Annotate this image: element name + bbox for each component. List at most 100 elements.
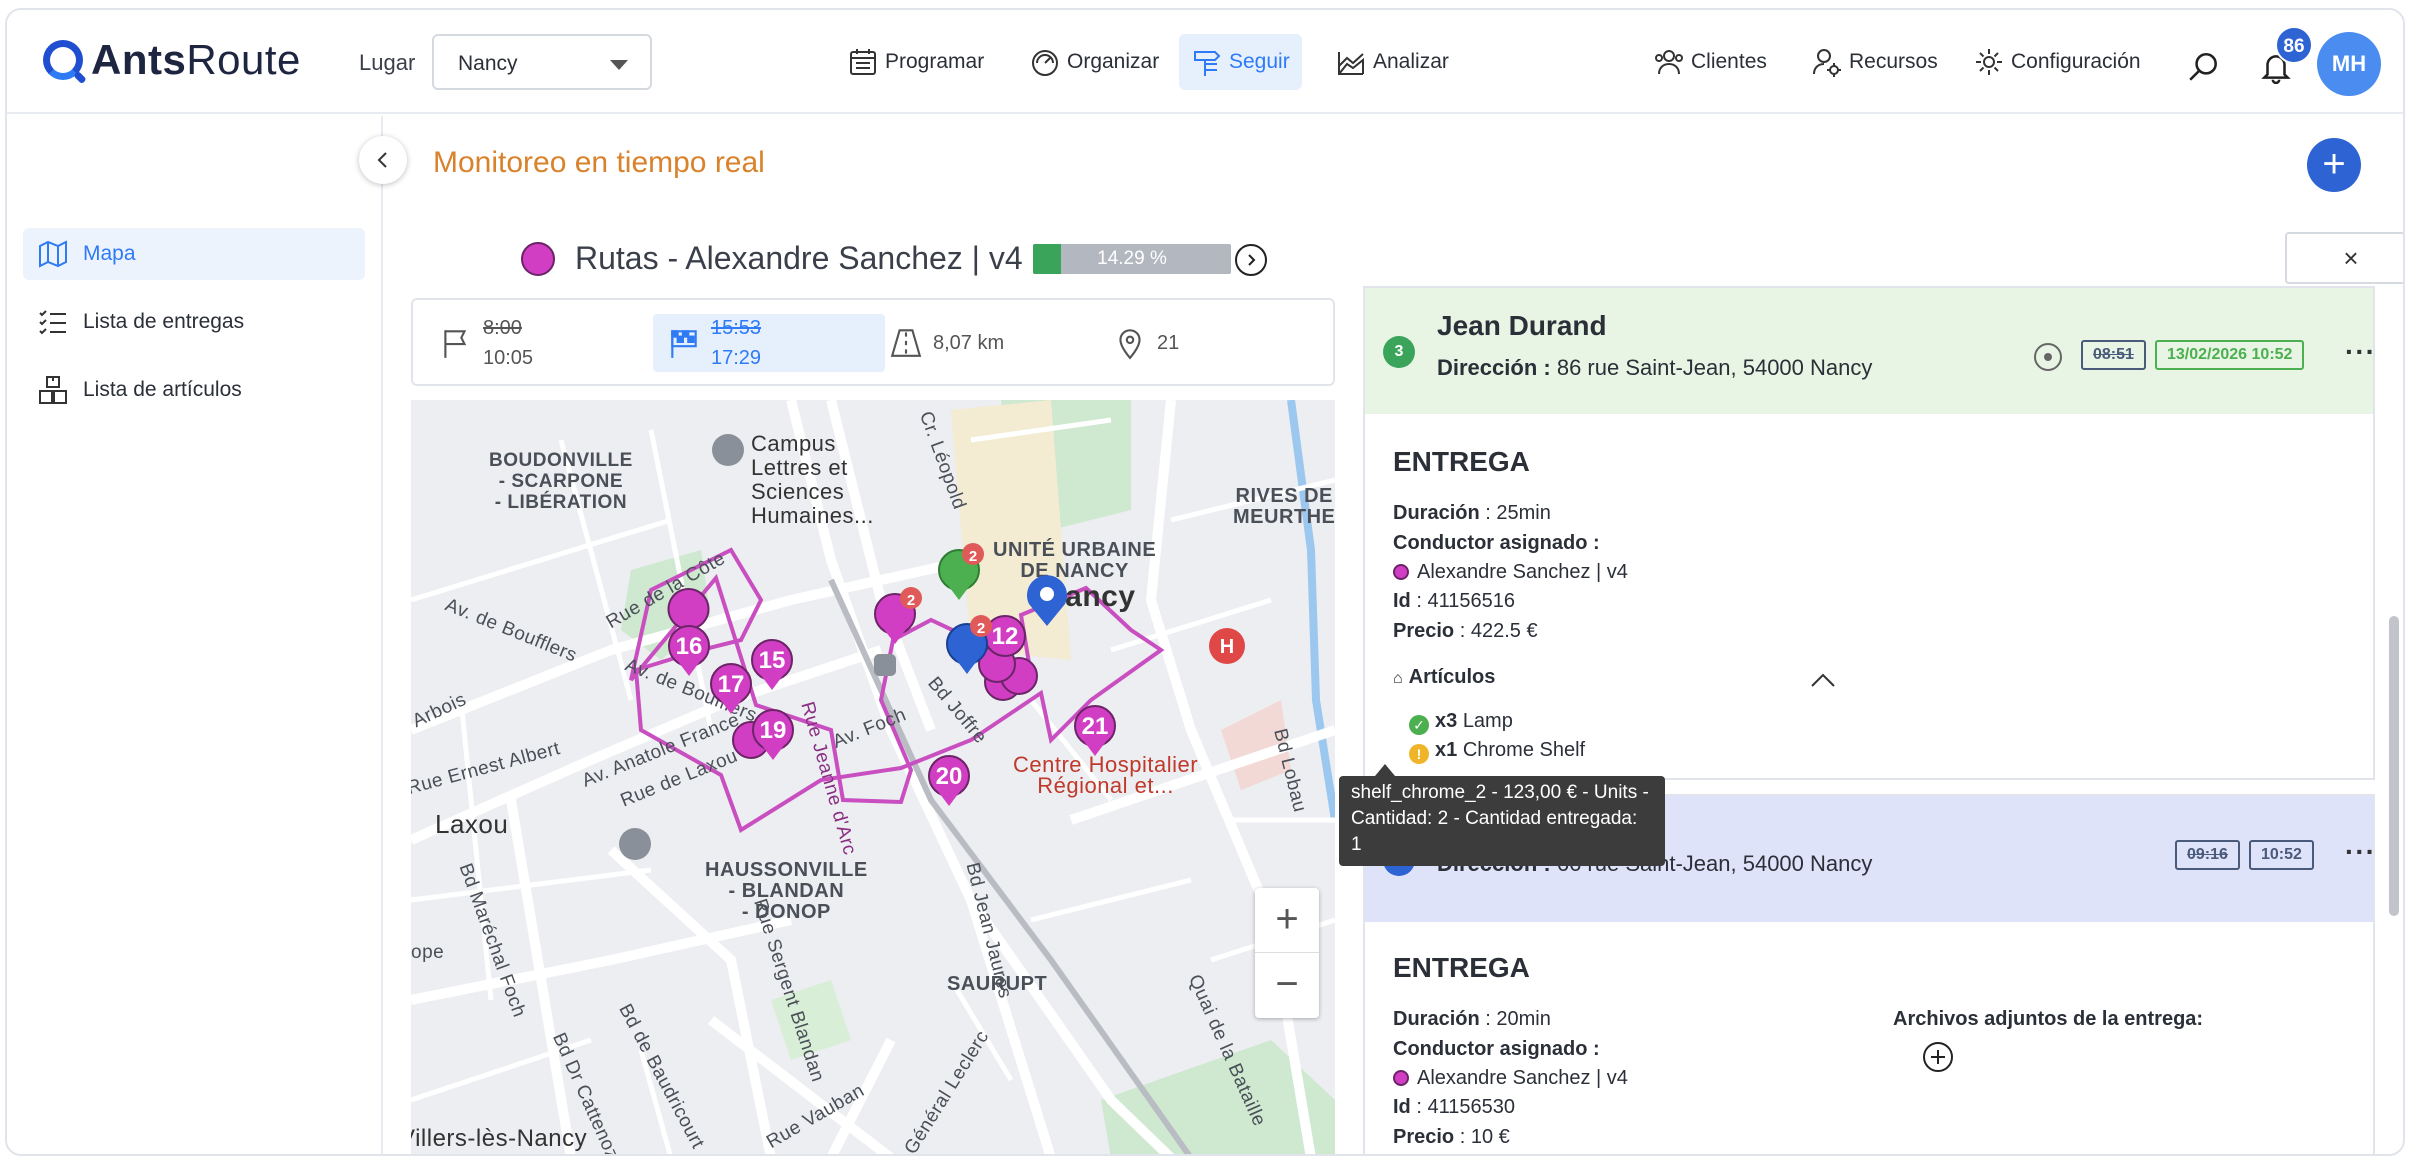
attachments-label: Archivos adjuntos de la entrega: [1893, 1008, 2204, 1030]
stat-stops-value: 21 [1157, 331, 1180, 354]
signpost-icon [1194, 51, 1221, 76]
route-marker-17[interactable]: 17 [710, 663, 752, 714]
users-icon [1655, 50, 1683, 75]
current-location-marker[interactable] [1027, 575, 1067, 626]
more-options-icon[interactable]: ··· [2345, 836, 2376, 868]
chart-icon [1338, 52, 1364, 75]
nav-programar[interactable]: Programar [835, 34, 996, 90]
chevron-left-icon [377, 152, 387, 168]
notifications-count-badge: 86 [2275, 26, 2313, 64]
stop-card: 3 Jean Durand Dirección : 86 rue Saint-J… [1363, 286, 2375, 780]
actual-time: 13/02/2026 10:52 [2155, 340, 2305, 370]
nav-configuracion[interactable]: Configuración [1961, 34, 2153, 90]
nav-recursos[interactable]: Recursos [1799, 34, 1950, 90]
cluster-marker-magenta[interactable]: 2 [874, 587, 922, 644]
stat-start-planned: 8:00 [483, 317, 522, 339]
stat-stops: 21 [1113, 314, 1179, 372]
svg-text:2: 2 [969, 548, 977, 565]
route-progress-bar: 14.29 % [1033, 244, 1231, 274]
more-options-icon[interactable]: ··· [2345, 336, 2376, 368]
planned-time: 08:51 [2081, 340, 2146, 370]
sidebar-item-lista-entregas[interactable]: Lista de entregas [23, 296, 365, 348]
stop-card-header[interactable]: 3 Jean Durand Dirección : 86 rue Saint-J… [1365, 288, 2376, 414]
calendar-icon [850, 49, 876, 75]
nav-analizar[interactable]: Analizar [1323, 34, 1461, 90]
check-circle-icon: ✓ [1409, 715, 1429, 735]
chevron-up-icon[interactable] [1809, 670, 1837, 690]
page-title: Monitoreo en tiempo real [433, 146, 765, 179]
sidebar: Mapa Lista de entregas Lista de artículo… [7, 116, 383, 1154]
scrollbar-thumb[interactable] [2389, 616, 2399, 916]
close-button[interactable]: × [2285, 232, 2403, 284]
customer-address: Dirección : 86 rue Saint-Jean, 54000 Nan… [1437, 355, 1873, 380]
route-marker-20[interactable]: 20 [928, 755, 970, 806]
antsroute-logo[interactable]: AntsRoute [43, 36, 301, 84]
zoom-in-button[interactable]: + [1255, 888, 1319, 953]
duration-field: Duración : 25min [1393, 502, 1551, 524]
route-marker-19[interactable]: 19 [732, 709, 794, 760]
panel-scrollbar[interactable] [2387, 286, 2401, 1154]
svg-text:15: 15 [759, 647, 786, 674]
plus-icon: + [2322, 142, 2346, 186]
search-button[interactable] [2187, 50, 2221, 89]
place-select-value: Nancy [458, 52, 518, 75]
gauge-icon [1032, 50, 1058, 76]
id-field: Id : 41156516 [1393, 590, 1515, 612]
nav-organizar[interactable]: Organizar [1017, 34, 1171, 90]
target-icon[interactable] [2033, 342, 2063, 372]
checkered-flag-icon [671, 330, 697, 358]
route-progress-text: 14.29 % [1097, 248, 1167, 269]
stop-step-badge: 3 [1383, 336, 1415, 368]
route-marker-15[interactable]: 15 [751, 639, 793, 690]
articles-toggle[interactable]: ⌂ Artículos [1393, 666, 1495, 689]
stat-start: 8:00 10:05 [439, 314, 533, 372]
duration-field: Duración : 20min [1393, 1008, 1551, 1030]
zoom-out-button[interactable]: − [1255, 953, 1319, 1018]
driver-label: Conductor asignado : [1393, 1038, 1600, 1060]
sidebar-item-mapa[interactable]: Mapa [23, 228, 365, 280]
next-route-button[interactable] [1235, 244, 1267, 276]
article-item[interactable]: ! x1 Chrome Shelf [1409, 739, 1585, 764]
article-tooltip: shelf_chrome_2 - 123,00 € - Units - Cant… [1339, 764, 1665, 866]
price-field: Precio : 10 € [1393, 1126, 1510, 1148]
stat-end-planned: 15:53 [711, 317, 762, 339]
section-title: ENTREGA [1393, 952, 1530, 983]
driver-color-dot [1393, 1070, 1409, 1086]
list-icon [39, 310, 66, 335]
boxes-icon [39, 376, 67, 404]
logo-mark-icon [43, 40, 83, 80]
route-marker-16[interactable]: 16 [667, 588, 710, 676]
route-title: Rutas - Alexandre Sanchez | v4 [575, 240, 1023, 276]
svg-text:2: 2 [907, 592, 915, 609]
svg-text:16: 16 [676, 633, 703, 660]
route-map[interactable]: H BOUDONVILLE - SCARPONE - LIBÉRATION Ca… [411, 400, 1335, 1154]
article-item: ✓ x3 Lamp [1409, 710, 1513, 735]
collapse-sidebar-button[interactable] [359, 136, 407, 184]
actual-time: 10:52 [2249, 840, 2314, 870]
warning-circle-icon: ! [1409, 744, 1429, 764]
planned-time: 09:16 [2175, 840, 2240, 870]
gear-icon [1976, 49, 2002, 75]
driver-field: Alexandre Sanchez | v4 [1393, 561, 1628, 584]
section-title: ENTREGA [1393, 446, 1530, 477]
stat-start-actual: 10:05 [483, 347, 534, 369]
cluster-marker-green[interactable]: 2 [938, 543, 984, 600]
nav-clientes[interactable]: Clientes [1641, 34, 1779, 90]
user-avatar[interactable]: MH [2317, 32, 2381, 96]
road-icon [890, 329, 922, 357]
nav-seguir[interactable]: Seguir [1179, 34, 1302, 90]
place-select[interactable]: Nancy [432, 34, 652, 90]
svg-text:19: 19 [760, 717, 787, 744]
add-button[interactable]: + [2307, 138, 2361, 192]
id-field: Id : 41156530 [1393, 1096, 1515, 1118]
stat-distance-value: 8,07 km [933, 331, 1005, 354]
route-marker-21[interactable]: 21 [1074, 705, 1116, 756]
add-attachment-icon[interactable] [1921, 1040, 1955, 1074]
driver-color-dot [1393, 564, 1409, 580]
svg-text:2: 2 [977, 620, 985, 637]
app-window: AntsRoute Lugar Nancy Programar Organiza… [5, 8, 2405, 1156]
sidebar-item-lista-articulos[interactable]: Lista de artículos [23, 364, 365, 416]
customer-name: Jean Durand [1437, 310, 1607, 341]
route-markers-layer: 16 17 15 19 20 21 12 2 2 2 [667, 543, 1116, 806]
driver-field: Alexandre Sanchez | v4 [1393, 1067, 1628, 1090]
